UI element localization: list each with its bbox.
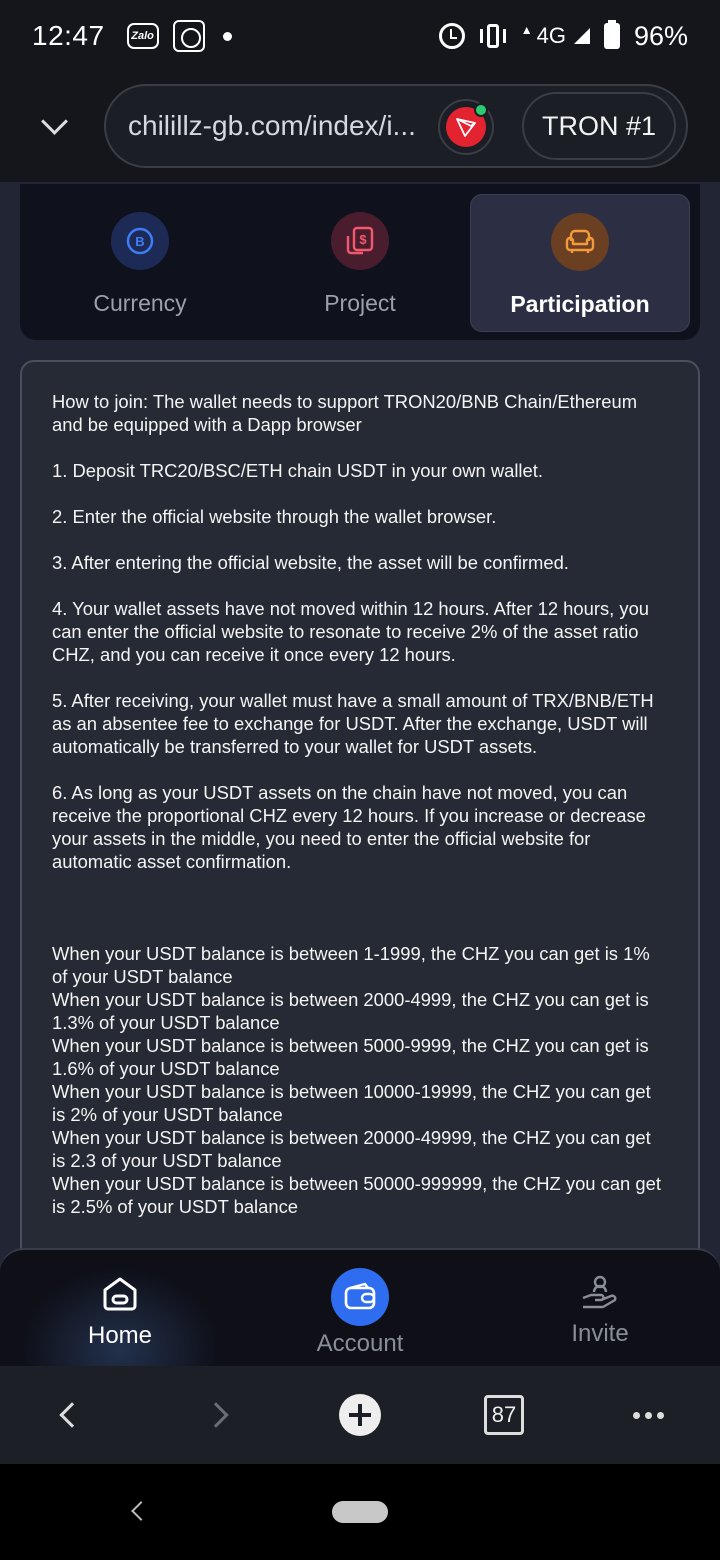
back-chevron-icon [59, 1402, 85, 1428]
collapse-chevron-down-icon[interactable] [40, 112, 68, 140]
tier-item: When your USDT balance is between 5000-9… [52, 1035, 649, 1079]
nav-label: Account [316, 1330, 404, 1357]
tier-item: When your USDT balance is between 1-1999… [52, 943, 650, 987]
tab-label: Currency [93, 290, 187, 316]
forward-button[interactable] [184, 1366, 248, 1464]
vibrate-icon [479, 24, 507, 48]
signal-icon [573, 28, 590, 44]
status-bar: 12:47 Zalo ▲ 4G 96% [0, 0, 720, 72]
step-item: 2. Enter the official website through th… [52, 506, 497, 527]
browser-url-bar: chilillz-gb.com/index/i... TRON #1 [0, 72, 720, 182]
tabs-button[interactable]: 87 [472, 1366, 536, 1464]
address-bar[interactable]: chilillz-gb.com/index/i... TRON #1 [104, 84, 688, 168]
back-button[interactable] [40, 1366, 104, 1464]
nav-home[interactable]: Home [0, 1250, 240, 1366]
wallet-icon [331, 1268, 389, 1326]
tab-participation[interactable]: Participation [470, 194, 690, 332]
connected-dot [474, 103, 488, 117]
home-icon [103, 1277, 137, 1311]
tab-currency[interactable]: B Currency [30, 194, 250, 332]
tab-label: Project [324, 290, 396, 316]
bitcoin-icon: B [111, 212, 169, 270]
menu-button[interactable] [616, 1366, 680, 1464]
status-app-icons: Zalo [126, 20, 232, 52]
svg-text:$: $ [359, 232, 367, 247]
status-indicators: ▲ 4G 96% [438, 20, 688, 52]
tier-item: When your USDT balance is between 50000-… [52, 1173, 661, 1217]
nav-label: Invite [571, 1320, 629, 1347]
participation-info-card: How to join: The wallet needs to support… [20, 360, 700, 1366]
plus-icon [339, 1394, 381, 1436]
tron-wallet-badge[interactable] [438, 99, 494, 155]
new-tab-button[interactable] [328, 1366, 392, 1464]
step-item: 4. Your wallet assets have not moved wit… [52, 598, 650, 665]
forward-chevron-icon [203, 1402, 229, 1428]
dollar-doc-icon: $ [331, 212, 389, 270]
participation-instructions: How to join: The wallet needs to support… [52, 390, 668, 1218]
tab-label: Participation [510, 291, 650, 317]
app-notification-icon [172, 20, 205, 52]
battery-percent: 96% [633, 20, 688, 51]
home-gesture-pill[interactable] [332, 1501, 388, 1523]
step-item: 6. As long as your USDT assets on the ch… [52, 782, 646, 872]
system-navigation [0, 1464, 720, 1560]
network-selector-button[interactable]: TRON #1 [522, 92, 676, 160]
step-item: 3. After entering the official website, … [52, 552, 569, 573]
status-time: 12:47 [32, 20, 105, 51]
more-dots-icon [632, 1411, 664, 1419]
tier-item: When your USDT balance is between 20000-… [52, 1127, 651, 1171]
battery-icon [603, 20, 620, 49]
category-tabs: B Currency $ Project Participation [20, 184, 700, 340]
bottom-navigation: Home Account Invite [0, 1248, 720, 1366]
sofa-icon [551, 213, 609, 271]
step-item: 1. Deposit TRC20/BSC/ETH chain USDT in y… [52, 460, 543, 481]
tier-item: When your USDT balance is between 10000-… [52, 1081, 651, 1125]
tier-item: When your USDT balance is between 2000-4… [52, 989, 649, 1033]
tab-project[interactable]: $ Project [250, 194, 470, 332]
nav-invite[interactable]: Invite [480, 1250, 720, 1366]
dapp-page: B Currency $ Project Participation How t… [0, 182, 720, 1366]
network-type: ▲ 4G [520, 23, 566, 48]
zalo-icon: Zalo [126, 23, 159, 49]
alarm-icon [438, 23, 465, 49]
svg-text:B: B [135, 234, 144, 249]
invite-icon [582, 1275, 617, 1309]
nav-label: Home [87, 1322, 153, 1349]
more-notifications-dot [222, 31, 232, 41]
tab-count: 87 [484, 1395, 524, 1435]
step-item: 5. After receiving, your wallet must hav… [52, 690, 654, 757]
nav-account[interactable]: Account [240, 1250, 480, 1366]
intro-text: How to join: The wallet needs to support… [52, 391, 638, 435]
url-text[interactable]: chilillz-gb.com/index/i... [128, 110, 434, 142]
system-back-icon[interactable] [131, 1501, 151, 1521]
browser-toolbar: 87 [0, 1366, 720, 1464]
